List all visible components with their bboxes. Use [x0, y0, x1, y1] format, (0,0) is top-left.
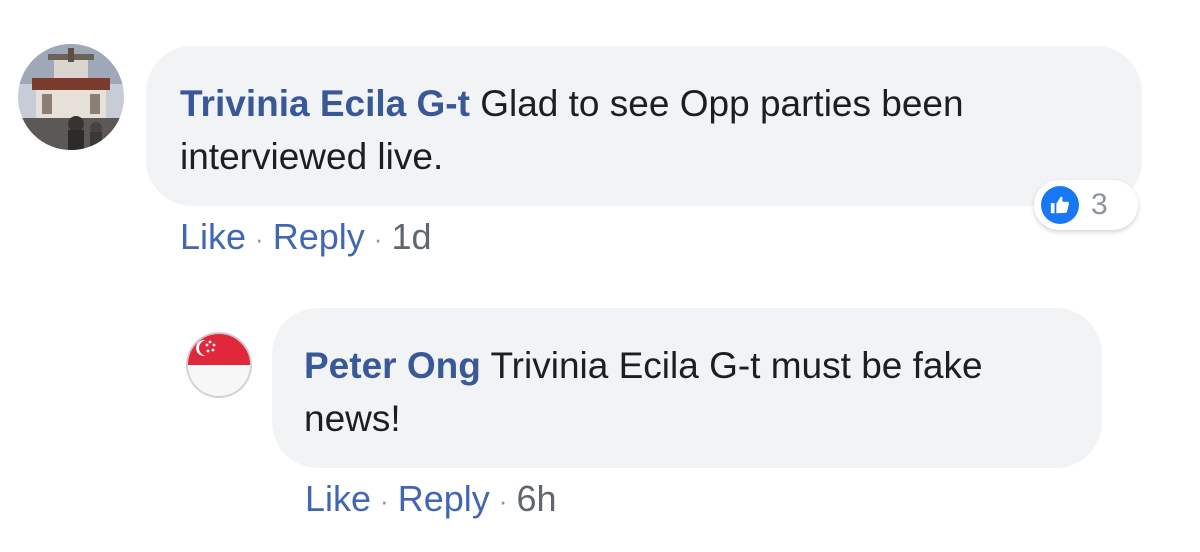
- reply-button[interactable]: Reply: [398, 478, 490, 519]
- separator: ·: [255, 224, 264, 255]
- singapore-flag-avatar: [187, 333, 251, 397]
- avatar[interactable]: [18, 44, 124, 150]
- comment-actions: Like · Reply · 1d: [180, 217, 431, 259]
- comment-author[interactable]: Peter Ong: [304, 345, 481, 386]
- reply-button[interactable]: Reply: [273, 216, 365, 257]
- avatar[interactable]: [186, 332, 252, 398]
- truncated-link-fragment: [300, 0, 390, 4]
- separator: ·: [498, 486, 508, 517]
- like-icon: [1041, 186, 1079, 224]
- separator: ·: [380, 486, 389, 517]
- avatar-photo: [18, 44, 124, 150]
- comment-bubble: Trivinia Ecila G-t Glad to see Opp parti…: [146, 46, 1142, 206]
- reaction-summary[interactable]: 3: [1034, 180, 1138, 230]
- comment-timestamp[interactable]: 6h: [516, 478, 556, 519]
- separator: ·: [373, 224, 383, 255]
- reaction-count: 3: [1091, 188, 1108, 221]
- comment-bubble: Peter Ong Trivinia Ecila G-t must be fak…: [272, 308, 1102, 468]
- comment-actions: Like · Reply · 6h: [305, 479, 556, 521]
- like-button[interactable]: Like: [180, 216, 246, 257]
- like-button[interactable]: Like: [305, 478, 371, 519]
- comment-author[interactable]: Trivinia Ecila G-t: [180, 83, 470, 124]
- comment-timestamp[interactable]: 1d: [391, 216, 431, 257]
